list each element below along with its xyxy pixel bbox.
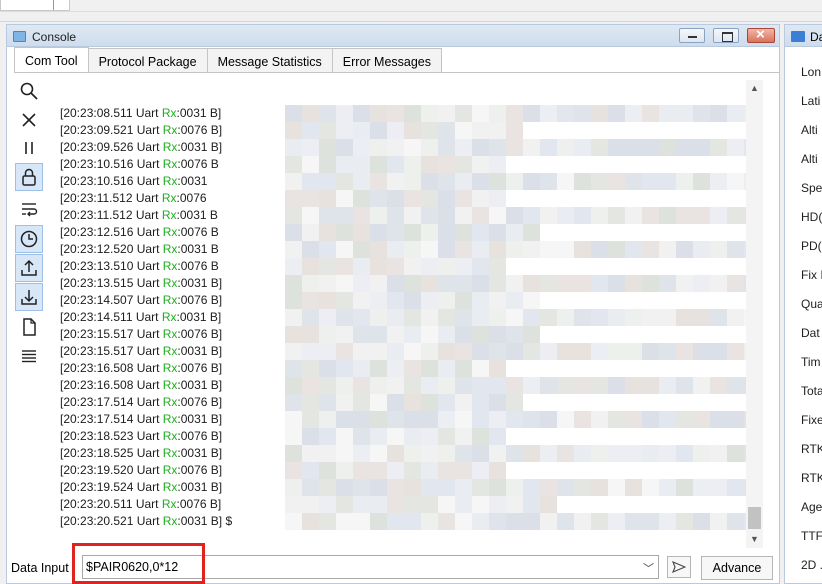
wrap-icon[interactable] <box>15 195 43 223</box>
close-button[interactable] <box>747 26 775 43</box>
log-line: [20:23:20.521 Uart Rx:0031 B] $ <box>60 514 233 528</box>
data-field-label: Fix I <box>801 268 822 282</box>
data-field-label: RTK <box>801 442 822 456</box>
chevron-down-icon[interactable]: ﹀ <box>643 560 654 576</box>
log-line: [20:23:16.508 Uart Rx:0076 B] <box>60 361 223 375</box>
log-line: [20:23:17.514 Uart Rx:0031 B] <box>60 412 223 426</box>
download-icon[interactable] <box>15 283 43 311</box>
tab-protocol-package[interactable]: Protocol Package <box>87 48 208 72</box>
log-line: [20:23:17.514 Uart Rx:0076 B] <box>60 395 223 409</box>
console-title: Console <box>32 30 77 44</box>
file-icon[interactable] <box>15 313 43 341</box>
data-field-label: PD( <box>801 239 822 253</box>
log-line: [20:23:12.516 Uart Rx:0076 B <box>60 225 219 239</box>
tab-error-messages[interactable]: Error Messages <box>331 48 443 72</box>
data-field-label: Lati <box>801 94 821 108</box>
data-field-label: Tota <box>801 384 822 398</box>
search-icon[interactable] <box>15 77 43 105</box>
tab-message-statistics[interactable]: Message Statistics <box>206 48 333 72</box>
pause-icon[interactable] <box>15 134 43 162</box>
scroll-down-icon[interactable]: ▼ <box>746 531 763 548</box>
log-line: [20:23:19.524 Uart Rx:0031 B] <box>60 480 223 494</box>
red-highlight-box <box>72 543 205 584</box>
log-line: [20:23:16.508 Uart Rx:0031 B] <box>60 378 223 392</box>
data-panel: Da Lon Lati Alti Alti Spe HD( PD( Fix I Qua Dat Ti… <box>784 24 822 584</box>
minimize-button[interactable] <box>679 28 705 43</box>
log-line: [20:23:08.511 Uart Rx:0031 B] <box>60 106 222 120</box>
console-titlebar: Console <box>7 25 779 47</box>
log-line: [20:23:11.512 Uart Rx:0031 B <box>60 208 218 222</box>
log-line: [20:23:14.511 Uart Rx:0031 B] <box>60 310 222 324</box>
console-panel: Console Com Tool Protocol Package Messag… <box>6 24 780 584</box>
console-tabs: Com Tool Protocol Package Message Statis… <box>14 47 443 72</box>
upload-icon[interactable] <box>15 254 43 282</box>
data-field-label: Alti <box>801 123 818 137</box>
data-field-label: Lon <box>801 65 822 79</box>
send-button[interactable] <box>667 556 691 578</box>
log-line: [20:23:18.523 Uart Rx:0076 B] <box>60 429 223 443</box>
log-line: [20:23:09.521 Uart Rx:0076 B] <box>60 123 223 137</box>
data-field-label: Dat <box>801 326 820 340</box>
lock-icon[interactable] <box>15 163 43 191</box>
log-line: [20:23:10.516 Uart Rx:0031 <box>60 174 208 188</box>
list-icon[interactable] <box>15 342 43 370</box>
data-panel-icon <box>791 31 805 42</box>
scroll-up-icon[interactable]: ▲ <box>746 80 763 97</box>
log-line: [20:23:18.525 Uart Rx:0031 B] <box>60 446 223 460</box>
data-field-label: Alti <box>801 152 818 166</box>
log-scrollbar[interactable]: ▲ ▼ <box>746 80 763 548</box>
log-line: [20:23:09.526 Uart Rx:0031 B] <box>60 140 223 154</box>
console-window-icon <box>13 31 26 42</box>
data-field-label: Qua <box>801 297 822 311</box>
data-field-label: Fixe <box>801 413 822 427</box>
log-line: [20:23:20.511 Uart Rx:0076 B] <box>60 497 222 511</box>
log-line: [20:23:14.507 Uart Rx:0076 B] <box>60 293 223 307</box>
data-field-label: HD( <box>801 210 822 224</box>
data-field-label: TTF <box>801 529 822 543</box>
log-line: [20:23:11.512 Uart Rx:0076 <box>60 191 207 205</box>
log-line: [20:23:19.520 Uart Rx:0076 B] <box>60 463 223 477</box>
log-line: [20:23:15.517 Uart Rx:0076 B] <box>60 327 223 341</box>
scroll-thumb[interactable] <box>748 507 761 529</box>
advance-button[interactable]: Advance <box>701 556 773 580</box>
data-panel-title: Da <box>810 30 822 44</box>
send-icon <box>672 561 686 573</box>
log-area[interactable]: [20:23:08.511 Uart Rx:0031 B] [20:23:09.5… <box>56 77 771 553</box>
log-line: [20:23:13.510 Uart Rx:0076 B <box>60 259 219 273</box>
pixelated-redaction <box>285 77 761 553</box>
log-line: [20:23:12.520 Uart Rx:0031 B <box>60 242 219 256</box>
data-field-label: Tim <box>801 355 821 369</box>
log-line: [20:23:10.516 Uart Rx:0076 B <box>60 157 219 171</box>
clear-icon[interactable] <box>15 106 43 134</box>
tab-com-tool[interactable]: Com Tool <box>14 47 89 72</box>
clock-icon[interactable] <box>15 225 43 253</box>
top-toolbar-strip <box>0 0 822 22</box>
maximize-button[interactable] <box>713 28 739 43</box>
log-line: [20:23:13.515 Uart Rx:0031 B] <box>60 276 223 290</box>
data-panel-titlebar: Da <box>785 25 822 47</box>
top-field-stub[interactable] <box>0 0 70 11</box>
data-input-label: Data Input <box>11 561 69 575</box>
data-field-label: RTK <box>801 471 822 485</box>
data-field-label: Age <box>801 500 822 514</box>
data-field-label: Spe <box>801 181 822 195</box>
data-field-label: 2D . <box>801 558 822 572</box>
log-line: [20:23:15.517 Uart Rx:0031 B] <box>60 344 223 358</box>
